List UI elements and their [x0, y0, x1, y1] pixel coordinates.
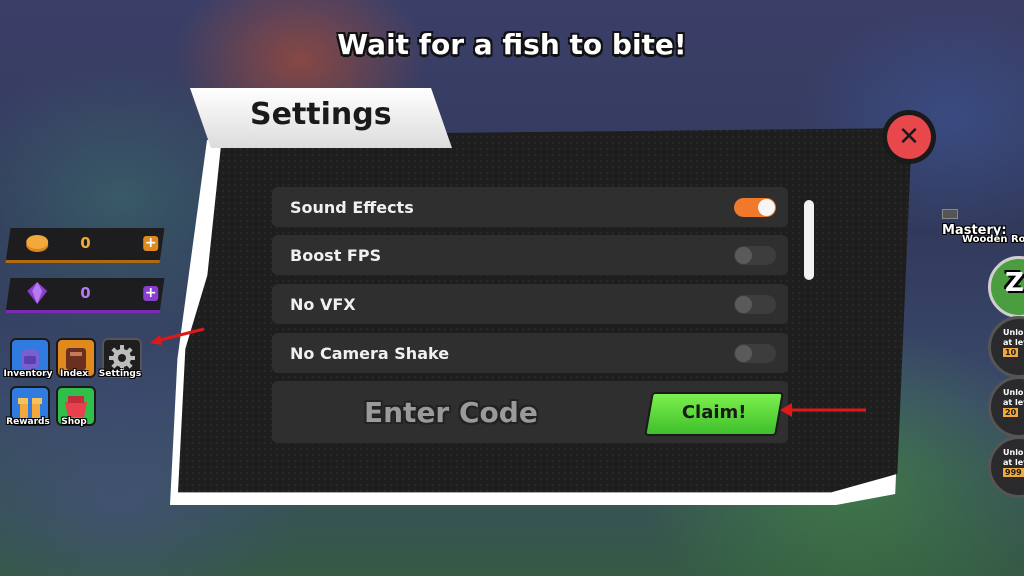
skill-level-text: at lev [1003, 458, 1024, 467]
skill-z-button[interactable]: Z [988, 256, 1024, 318]
claim-button-label: Claim! [681, 402, 747, 423]
setting-row-no-vfx: No VFX [272, 284, 788, 324]
add-coins-button[interactable]: + [143, 235, 159, 251]
arrow-icon [780, 403, 866, 417]
mastery-label: Mastery: [942, 208, 1024, 238]
setting-row-boost-fps: Boost FPS [272, 235, 788, 275]
setting-label: Boost FPS [290, 246, 382, 265]
setting-row-no-camera-shake: No Camera Shake [272, 333, 788, 373]
shop-label: Shop [61, 417, 87, 427]
skill-level-badge: 20 [1003, 408, 1019, 417]
mastery-item-name: Wooden Ro [962, 234, 1024, 245]
code-input[interactable] [362, 393, 566, 431]
no-vfx-toggle[interactable] [734, 295, 776, 314]
gem-amount: 0 [80, 284, 91, 302]
skill-level-badge: 10 [1003, 348, 1019, 357]
setting-label: No VFX [290, 295, 356, 314]
settings-label: Settings [98, 369, 142, 379]
setting-label: No Camera Shake [290, 344, 450, 363]
mastery-bar-icon [942, 209, 958, 219]
annotation-arrow-settings [150, 326, 206, 346]
setting-label: Sound Effects [290, 198, 414, 217]
boost-fps-toggle[interactable] [734, 246, 776, 265]
toggle-knob [735, 296, 752, 313]
no-camera-shake-toggle[interactable] [734, 344, 776, 363]
gem-counter: 0 + [5, 278, 165, 313]
claim-button[interactable]: Claim! [644, 392, 784, 436]
skill-key-z: Z [1005, 268, 1024, 298]
settings-scrollbar[interactable] [804, 200, 814, 280]
coin-counter: 0 + [5, 228, 165, 263]
gem-icon [27, 282, 48, 304]
skill-unlock-text: Unlo [1003, 448, 1024, 457]
skill-level-text: at lev [1003, 398, 1024, 407]
coin-amount: 0 [80, 234, 91, 252]
fishing-hint-text: Wait for a fish to bite! [337, 28, 687, 61]
locked-skill-3: Unloat lev999 [988, 436, 1024, 498]
setting-row-sound-effects: Sound Effects [272, 187, 788, 227]
add-gems-button[interactable]: + [143, 285, 159, 301]
locked-skill-1: Unloat lev10 [988, 316, 1024, 378]
close-icon: ✕ [887, 115, 931, 159]
annotation-arrow-claim [780, 400, 868, 420]
toggle-knob [735, 345, 752, 362]
coin-icon [26, 235, 49, 252]
skill-level-text: at lev [1003, 338, 1024, 347]
arrow-icon [150, 327, 205, 345]
close-button[interactable]: ✕ [882, 110, 936, 164]
toggle-knob [735, 247, 752, 264]
locked-skill-2: Unloat lev20 [988, 376, 1024, 438]
skill-unlock-text: Unlo [1003, 388, 1024, 397]
settings-title: Settings [250, 97, 392, 132]
sound-effects-toggle[interactable] [734, 198, 776, 217]
skill-unlock-text: Unlo [1003, 328, 1024, 337]
toggle-knob [758, 199, 775, 216]
skill-level-badge: 999 [1003, 468, 1024, 477]
